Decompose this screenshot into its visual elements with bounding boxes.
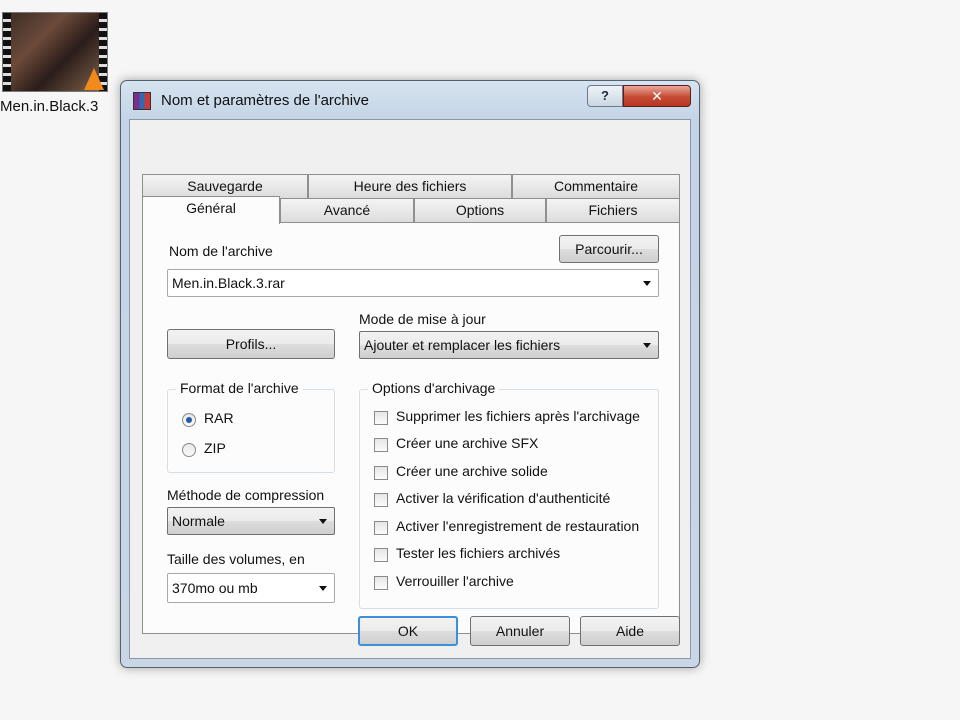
title-bar[interactable]: Nom et paramètres de l'archive ? ✕ bbox=[121, 81, 699, 119]
lock-archive-checkbox[interactable] bbox=[374, 576, 388, 590]
compression-method-value: Normale bbox=[172, 513, 225, 529]
chevron-down-icon[interactable] bbox=[319, 586, 327, 591]
test-files-checkbox[interactable] bbox=[374, 548, 388, 562]
zip-radio[interactable] bbox=[182, 443, 196, 457]
volume-size-label: Taille des volumes, en bbox=[167, 551, 305, 567]
archive-name-combobox[interactable]: Men.in.Black.3.rar bbox=[167, 269, 659, 297]
window-title: Nom et paramètres de l'archive bbox=[161, 92, 369, 109]
tab-fichiers[interactable]: Fichiers bbox=[546, 198, 680, 222]
desktop-file-label: Men.in.Black.3 bbox=[0, 98, 99, 115]
profiles-button[interactable]: Profils... bbox=[167, 329, 335, 359]
rar-label[interactable]: RAR bbox=[204, 410, 234, 426]
archive-settings-dialog: Nom et paramètres de l'archive ? ✕ Sauve… bbox=[120, 80, 700, 668]
tab-avance[interactable]: Avancé bbox=[280, 198, 414, 222]
archiving-options-group: Options d'archivage Supprimer les fichie… bbox=[359, 380, 659, 609]
authenticity-checkbox[interactable] bbox=[374, 493, 388, 507]
tab-heure-des-fichiers[interactable]: Heure des fichiers bbox=[308, 174, 512, 198]
general-tab-panel: Nom de l'archive Parcourir... Men.in.Bla… bbox=[142, 222, 680, 634]
chevron-down-icon[interactable] bbox=[319, 519, 327, 524]
volume-size-value: 370mo ou mb bbox=[172, 580, 258, 596]
browse-button[interactable]: Parcourir... bbox=[559, 235, 659, 263]
solid-checkbox[interactable] bbox=[374, 466, 388, 480]
archive-format-title: Format de l'archive bbox=[176, 380, 303, 396]
tab-options[interactable]: Options bbox=[414, 198, 546, 222]
update-mode-dropdown[interactable]: Ajouter et remplacer les fichiers bbox=[359, 331, 659, 359]
rar-radio[interactable] bbox=[182, 413, 196, 427]
compression-method-dropdown[interactable]: Normale bbox=[167, 507, 335, 535]
archive-name-label: Nom de l'archive bbox=[169, 243, 273, 259]
tab-general[interactable]: Général bbox=[142, 196, 280, 224]
update-mode-label: Mode de mise à jour bbox=[359, 311, 486, 327]
delete-after-checkbox[interactable] bbox=[374, 411, 388, 425]
close-button[interactable]: ✕ bbox=[623, 85, 691, 107]
archiving-options-title: Options d'archivage bbox=[368, 380, 500, 396]
archive-name-value: Men.in.Black.3.rar bbox=[172, 275, 285, 291]
lock-archive-label[interactable]: Verrouiller l'archive bbox=[396, 573, 514, 589]
chevron-down-icon[interactable] bbox=[643, 343, 651, 348]
compression-method-label: Méthode de compression bbox=[167, 487, 325, 503]
winrar-app-icon bbox=[133, 92, 151, 110]
chevron-down-icon[interactable] bbox=[643, 281, 651, 286]
help-title-button[interactable]: ? bbox=[587, 85, 623, 107]
cancel-button[interactable]: Annuler bbox=[470, 616, 570, 646]
ok-button[interactable]: OK bbox=[358, 616, 458, 646]
volume-size-combobox[interactable]: 370mo ou mb bbox=[167, 573, 335, 603]
authenticity-label[interactable]: Activer la vérification d'authenticité bbox=[396, 490, 610, 506]
help-button[interactable]: Aide bbox=[580, 616, 680, 646]
tab-commentaire[interactable]: Commentaire bbox=[512, 174, 680, 198]
test-files-label[interactable]: Tester les fichiers archivés bbox=[396, 545, 560, 561]
dialog-client-area: Sauvegarde Heure des fichiers Commentair… bbox=[129, 119, 691, 659]
archive-format-group: Format de l'archive RAR ZIP bbox=[167, 380, 335, 473]
sfx-label[interactable]: Créer une archive SFX bbox=[396, 435, 538, 451]
update-mode-value: Ajouter et remplacer les fichiers bbox=[364, 337, 561, 353]
sfx-checkbox[interactable] bbox=[374, 438, 388, 452]
zip-label[interactable]: ZIP bbox=[204, 440, 226, 456]
vlc-cone-icon bbox=[84, 68, 104, 90]
delete-after-label[interactable]: Supprimer les fichiers après l'archivage bbox=[396, 408, 640, 424]
desktop-file-men-in-black-3[interactable]: Men.in.Black.3 bbox=[0, 8, 118, 120]
recovery-record-label[interactable]: Activer l'enregistrement de restauration bbox=[396, 518, 639, 534]
tab-sauvegarde[interactable]: Sauvegarde bbox=[142, 174, 308, 198]
recovery-record-checkbox[interactable] bbox=[374, 521, 388, 535]
solid-label[interactable]: Créer une archive solide bbox=[396, 463, 548, 479]
